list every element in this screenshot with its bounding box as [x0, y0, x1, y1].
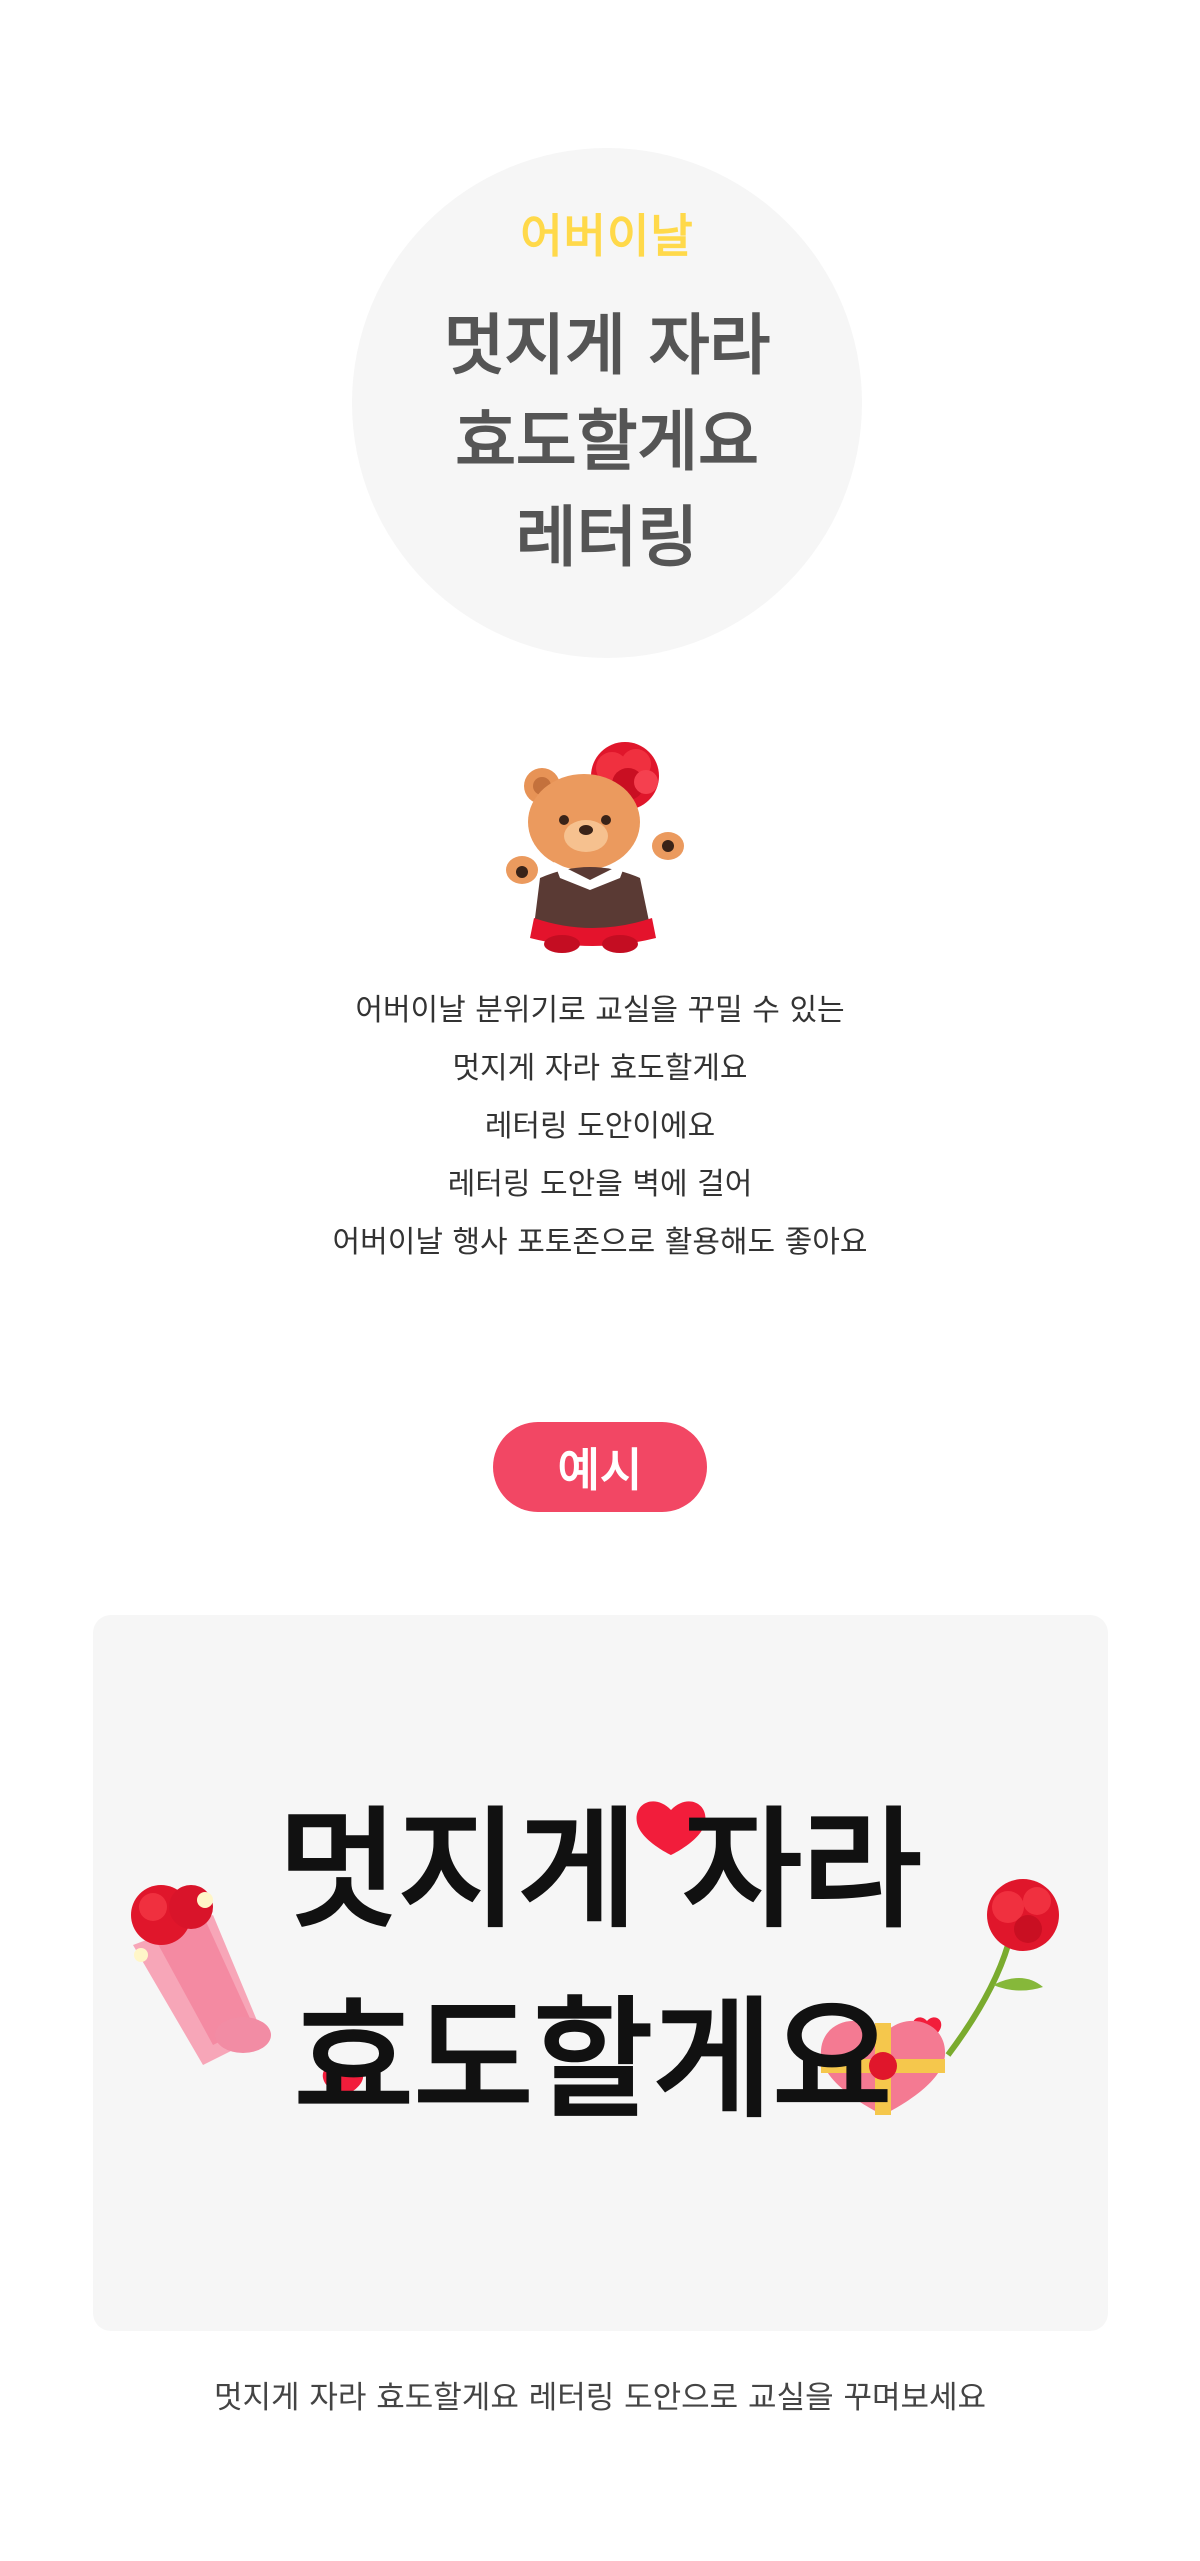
example-caption: 멋지게 자라 효도할게요 레터링 도안으로 교실을 꾸며보세요 [213, 2380, 987, 2416]
carnation-icon [945, 1879, 1059, 2057]
hero-title: 멋지게 자라 효도할게요 레터링 [444, 298, 771, 586]
lettering-banner: 멋지게 자라 효도할게요 [131, 1794, 1059, 2136]
bouquet-icon [131, 1885, 271, 2065]
hero-title-line-1: 멋지게 자라 [443, 307, 771, 384]
description-line: 레터링 도안이에요 [484, 1109, 716, 1144]
hero-circle: 어버이날 멋지게 자라 효도할게요 레터링 [352, 148, 862, 658]
description-line: 어버이날 행사 포토존으로 활용해도 좋아요 [332, 1225, 868, 1260]
description: 어버이날 분위기로 교실을 꾸밀 수 있는 멋지게 자라 효도할게요 레터링 도… [0, 982, 1200, 1272]
hero-eyebrow: 어버이날 [520, 209, 694, 263]
example-panel: 멋지게 자라 효도할게요 [93, 1615, 1108, 2331]
hero-title-line-3: 레터링 [515, 499, 699, 576]
description-line: 레터링 도안을 벽에 걸어 [447, 1167, 753, 1202]
banner-line-2: 효도할게요 [294, 1984, 892, 2136]
description-line: 어버이날 분위기로 교실을 꾸밀 수 있는 [355, 993, 845, 1028]
example-badge: 예시 [493, 1422, 707, 1512]
banner-line-1: 멋지게 자라 [278, 1794, 921, 1946]
hero-title-line-2: 효도할게요 [455, 403, 759, 480]
bear-with-carnation-icon [500, 738, 700, 958]
description-line: 멋지게 자라 효도할게요 [452, 1051, 748, 1086]
